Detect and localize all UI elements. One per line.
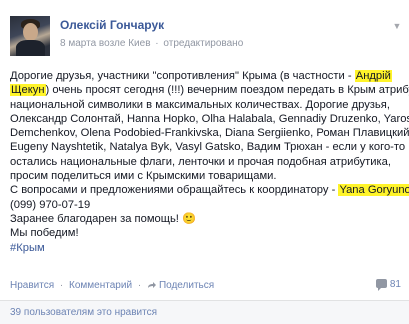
body-line: Щекун) очень просят сегодня (!!!) вечерн… <box>10 83 409 97</box>
post-meta: 8 марта возле Киев · отредактировано <box>60 38 243 49</box>
share-icon <box>147 282 156 288</box>
comment-count[interactable]: 81 <box>375 279 401 291</box>
like-button[interactable]: Нравится <box>10 280 54 291</box>
body-line: Дорогие друзья, участники "сопротивления… <box>10 69 405 83</box>
action-separator: · <box>59 280 64 291</box>
facebook-post: Олексій Гончарук 8 марта возле Киев · от… <box>0 0 409 324</box>
body-line: Олександр Солонтай, Hanna Hopko, Olha Ha… <box>10 112 409 125</box>
phone-number: (099) 970-07-19 <box>10 198 91 211</box>
avatar-body <box>16 40 45 56</box>
body-line: просим поделиться ими с Крымскими товари… <box>10 170 277 183</box>
body-line: остались национальные флаги, ленточки и … <box>10 155 391 168</box>
body-line: С вопросами и предложениями обращайтесь … <box>10 183 409 197</box>
author-name[interactable]: Олексій Гончарук <box>60 18 164 32</box>
chevron-down-icon[interactable]: ▼ <box>391 20 403 32</box>
post-header: Олексій Гончарук 8 марта возле Киев · от… <box>10 16 405 56</box>
body-text-segment: Дорогие друзья, участники "сопротивления… <box>10 70 355 82</box>
body-text-segment: С вопросами и предложениями обращайтесь … <box>10 184 339 197</box>
likes-bar: 39 пользователям это нравится <box>0 300 409 324</box>
body-line: национальной символики в максимальных ко… <box>10 98 390 111</box>
highlighted-mention[interactable]: Андрій <box>354 70 392 82</box>
comment-button[interactable]: Комментарий <box>69 280 132 291</box>
edited-label[interactable]: отредактировано <box>163 38 243 49</box>
meta-separator: · <box>155 38 159 49</box>
body-line: Мы победим! <box>10 227 79 240</box>
post-actions: Нравится · Комментарий · Поделиться <box>10 280 214 294</box>
highlighted-mention[interactable]: Щекун <box>10 84 46 97</box>
body-text-segment: ) очень просят сегодня (!!!) вечерним по… <box>45 84 409 97</box>
post-date[interactable]: 8 марта возле Киев <box>60 38 151 49</box>
likes-summary[interactable]: 39 пользователям это нравится <box>10 307 157 318</box>
avatar-face <box>23 23 38 41</box>
hashtag-link[interactable]: #Крым <box>10 241 405 255</box>
action-separator: · <box>137 280 142 291</box>
comment-count-value: 81 <box>389 279 401 290</box>
author-avatar[interactable] <box>10 16 50 56</box>
share-button[interactable]: Поделиться <box>159 280 214 291</box>
highlighted-mention[interactable]: Yana Goryunova <box>338 184 409 197</box>
body-line: Demchenkov, Olena Podobied-Frankivska, D… <box>10 127 409 140</box>
post-body: Дорогие друзья, участники "сопротивления… <box>10 69 409 255</box>
body-line: Заранее благодарен за помощь! 🙂 <box>10 212 196 225</box>
body-line: Eugeny Nayshtetik, Natalya Byk, Vasyl Ga… <box>10 141 406 154</box>
comment-icon <box>375 279 387 291</box>
